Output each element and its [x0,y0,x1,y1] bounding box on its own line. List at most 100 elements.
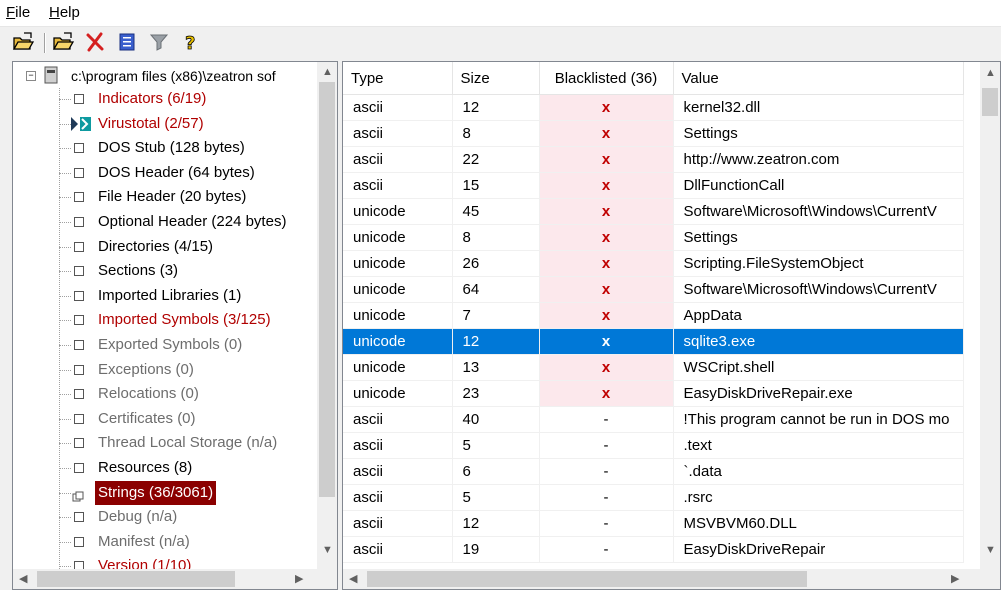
table-row[interactable]: unicode 23 x EasyDiskDriveRepair.exe [343,380,964,407]
tree-vertical-scrollbar[interactable]: ▲ ▼ [317,62,337,569]
collapse-icon[interactable]: − [26,71,36,81]
cell-type: ascii [343,406,453,433]
tree-item-label: Directories (4/15) [98,237,214,255]
column-header-type[interactable]: Type [343,62,453,95]
cell-size: 8 [452,224,540,251]
tree-item[interactable]: Certificates (0) [13,407,313,431]
tree-item[interactable]: Directories (4/15) [13,235,313,259]
tree-item[interactable]: DOS Header (64 bytes) [13,161,313,185]
scroll-up-icon[interactable]: ▲ [322,66,333,78]
cell-value: kernel32.dll [673,94,964,121]
scroll-down-icon[interactable]: ▼ [322,544,333,556]
tree-scroll-thumb[interactable] [319,82,335,497]
cell-type: unicode [343,328,453,355]
table-row[interactable]: ascii 6- `.data [343,458,964,485]
tree-item[interactable]: Indicators (6/19) [13,87,313,111]
save-report-icon[interactable] [116,31,138,53]
tree-item[interactable]: Debug (n/a) [13,505,313,529]
cell-blacklisted: x [539,146,674,173]
table-row[interactable]: ascii 5- .text [343,432,964,459]
tree-node-icon [74,192,84,203]
tree-item[interactable]: Exceptions (0) [13,358,313,382]
tree-node-icon [74,217,84,227]
tree-item[interactable]: Optional Header (224 bytes) [13,210,313,234]
table-row[interactable]: unicode 12 x sqlite3.exe [343,328,964,355]
tree-item[interactable]: Thread Local Storage (n/a) [13,431,313,455]
menu-help[interactable]: Help [49,4,80,21]
table-row[interactable]: unicode 45 x Software\Microsoft\Windows\Cur… [343,198,964,225]
tree-item[interactable]: Manifest (n/a) [13,530,313,554]
table-row[interactable]: ascii 5- .rsrc [343,484,964,511]
table-row[interactable]: ascii 12 x kernel32.dll [343,94,964,121]
table-row[interactable]: ascii 8 x Settings [343,120,964,147]
table-row[interactable]: unicode 26 x Scripting.FileSystemObject [343,250,964,277]
cell-size: 40 [452,406,540,433]
column-header-value[interactable]: Value [673,62,964,95]
table-horizontal-scrollbar[interactable]: ◀ ▶ [343,569,980,589]
cell-blacklisted: x [539,224,674,251]
tree-item[interactable]: Relocations (0) [13,382,313,406]
table-row[interactable]: ascii 40- !This program cannot be run in D… [343,406,964,433]
indicator-tree[interactable]: − c:\program files (x86)\zeatron sof Ind… [12,61,338,590]
table-row[interactable]: ascii 12- MSVBVM60.DLL [343,510,964,537]
cell-value: `.data [673,458,964,485]
about-icon[interactable]: ? [180,31,202,55]
filter-icon[interactable] [148,31,170,53]
cell-type: unicode [343,380,453,407]
tree-item[interactable]: Imported Libraries (1) [13,284,313,308]
remove-icon[interactable] [84,31,106,53]
tree-node-icon [74,143,84,154]
tree-item[interactable]: Resources (8) [13,456,313,480]
cell-value: AppData [673,302,964,329]
tree-item[interactable]: Imported Symbols (3/125) [13,308,313,332]
table-row[interactable]: ascii 15 x DllFunctionCall [343,172,964,199]
cell-value: DllFunctionCall [673,172,964,199]
table-row[interactable]: unicode 13 x WSCript.shell [343,354,964,381]
scroll-right-icon[interactable]: ▶ [951,572,959,585]
cell-value: Settings [673,224,964,251]
cell-size: 8 [452,120,540,147]
scroll-left-icon[interactable]: ◀ [349,572,357,585]
table-scroll-thumb[interactable] [982,88,998,116]
tree-item[interactable]: DOS Stub (128 bytes) [13,136,313,160]
cell-blacklisted: x [539,276,674,303]
table-row[interactable]: ascii 22 x http://www.zeatron.com [343,146,964,173]
cell-blacklisted: - [539,536,674,563]
cell-value: Software\Microsoft\Windows\CurrentV [673,276,964,303]
tree-item[interactable]: File Header (20 bytes) [13,185,313,209]
table-header: Type Size Blacklisted (36) Value [343,62,964,95]
toolbar-separator [44,33,46,53]
table-vertical-scrollbar[interactable]: ▲ ▼ [980,62,1000,569]
menu-file[interactable]: File [6,4,30,21]
tree-item-label: Exported Symbols (0) [98,336,243,353]
tree-item[interactable]: Sections (3) [13,259,313,283]
cell-value: EasyDiskDriveRepair.exe [673,380,964,407]
tree-hscroll-thumb[interactable] [37,571,235,587]
tree-item-label: Thread Local Storage (n/a) [98,434,278,452]
column-header-blacklisted[interactable]: Blacklisted (36) [539,62,674,95]
open-file-icon[interactable] [12,31,35,53]
table-row[interactable]: ascii 19- EasyDiskDriveRepair [343,536,964,563]
tree-node-icon [74,364,84,375]
tree-item[interactable]: Virustotal (2/57) [13,112,313,136]
scroll-right-icon[interactable]: ▶ [295,572,303,585]
cell-value: !This program cannot be run in DOS mo [673,406,964,433]
tree-item[interactable]: Strings (36/3061) [13,480,313,505]
tree-horizontal-scrollbar[interactable]: ◀ ▶ [13,569,318,589]
table-row[interactable]: unicode 7 x AppData [343,302,964,329]
table-hscroll-thumb[interactable] [367,571,807,587]
scroll-down-icon[interactable]: ▼ [985,544,996,556]
open-folder-icon[interactable] [52,31,75,53]
table-row[interactable]: unicode 8 x Settings [343,224,964,251]
tree-node-icon [74,167,84,178]
cell-blacklisted: x [539,198,674,225]
tree-item-label: DOS Header (64 bytes) [98,163,255,181]
table-row[interactable]: unicode 64 x Software\Microsoft\Windows\Cur… [343,276,964,303]
scroll-up-icon[interactable]: ▲ [985,67,996,79]
cell-size: 22 [452,146,540,173]
tree-root[interactable]: − c:\program files (x86)\zeatron sof [13,64,313,88]
scroll-left-icon[interactable]: ◀ [19,572,27,585]
cell-value: .rsrc [673,484,964,511]
column-header-size[interactable]: Size [452,62,540,95]
tree-item[interactable]: Exported Symbols (0) [13,333,313,357]
